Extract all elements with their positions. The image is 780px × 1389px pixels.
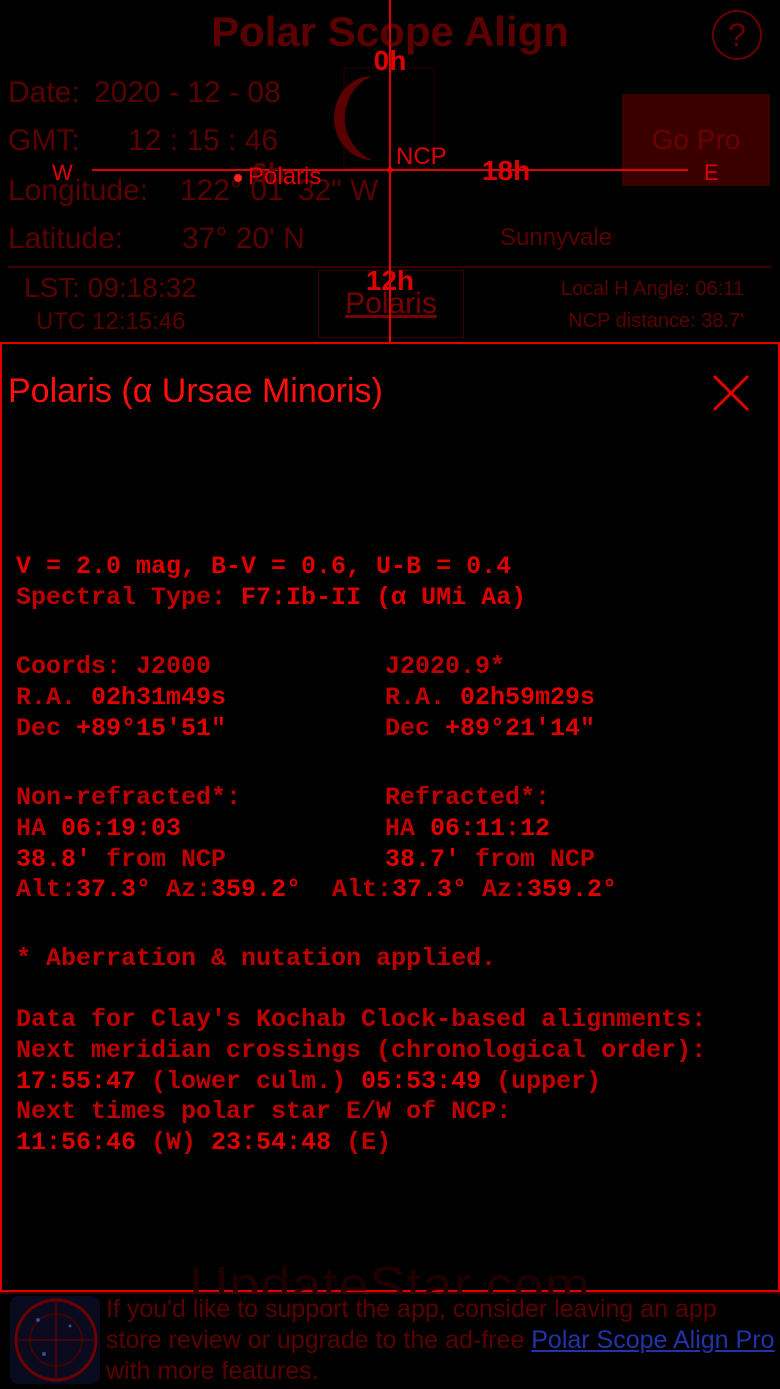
aberration-note: * Aberration & nutation applied. — [16, 944, 497, 973]
az-non-refracted: 359.2° — [211, 875, 302, 905]
magnitude-line: V = 2.0 mag, B-V = 0.6, U-B = 0.4 — [16, 552, 512, 581]
polar-scope-reticle[interactable]: 0h 12h 18h 6h W E NCP Polaris — [0, 0, 780, 342]
scope-label-east: E — [704, 160, 719, 185]
coords-label: Coords: J2000 — [16, 652, 212, 681]
upper-culmination-time: 05:53:49 — [361, 1066, 482, 1096]
alt-refracted: 37.3° — [392, 875, 468, 904]
scope-label-star: Polaris — [248, 163, 321, 190]
star-details: V = 2.0 mag, B-V = 0.6, U-B = 0.4 Spectr… — [16, 552, 526, 614]
spectral-label: Spectral Type: — [16, 582, 242, 612]
polar-scope-app-icon[interactable] — [10, 1296, 100, 1384]
panel-title: Polaris (α Ursae Minoris) — [8, 372, 383, 410]
epoch-label: J2020.9* — [385, 652, 506, 681]
west-time: 11:56:46 — [16, 1128, 137, 1158]
coords-jnow: J2020.9* R.A. 02h59m29s Dec +89°21'14" — [385, 652, 596, 743]
ha-refracted: 06:11:12 — [430, 813, 551, 843]
scope-label-12h: 12h — [366, 265, 414, 296]
az-refracted: 359.2° — [527, 875, 618, 904]
non-refracted-block: Non-refracted*: HA 06:19:03 38.8' from N… — [16, 783, 302, 905]
dec-j2000: +89°15'51" — [76, 713, 227, 743]
ncp-marker — [387, 167, 393, 173]
refracted-altaz: Alt:37.3° Az:359.2° — [332, 875, 618, 904]
lower-culmination-time: 17:55:47 — [16, 1066, 137, 1096]
close-icon[interactable] — [706, 368, 756, 418]
scope-label-18h: 18h — [482, 155, 530, 186]
alt-non-refracted: 37.3° — [76, 875, 152, 905]
dist-non-refracted: 38.8' — [16, 844, 92, 874]
footer-message: If you'd like to support the app, consid… — [106, 1295, 775, 1385]
kochab-clock-data: Data for Clay's Kochab Clock-based align… — [16, 1005, 707, 1158]
dist-refracted: 38.7' — [385, 844, 461, 874]
moon-crescent-icon — [334, 76, 372, 160]
ra-j2000: 02h31m49s — [91, 682, 227, 712]
refracted-block: Refracted*: HA 06:11:12 38.7' from NCP — [385, 783, 596, 874]
east-time: 23:54:48 — [211, 1128, 332, 1158]
polaris-marker — [234, 174, 242, 182]
spectral-value: F7:Ib-II (α UMi Aa) — [241, 582, 527, 612]
pro-upgrade-link[interactable]: Polar Scope Align Pro — [531, 1326, 774, 1354]
ra-jnow: 02h59m29s — [460, 682, 596, 712]
scope-label-0h: 0h — [374, 45, 407, 76]
dec-jnow: +89°21'14" — [445, 713, 596, 743]
scope-label-west: W — [52, 160, 73, 185]
non-refracted-label: Non-refracted*: — [16, 783, 242, 812]
coords-j2000: Coords: J2000 R.A. 02h31m49s Dec +89°15'… — [16, 652, 227, 743]
scope-label-ncp: NCP — [396, 143, 447, 170]
refracted-label: Refracted*: — [385, 783, 551, 812]
ha-non-refracted: 06:19:03 — [61, 813, 182, 843]
